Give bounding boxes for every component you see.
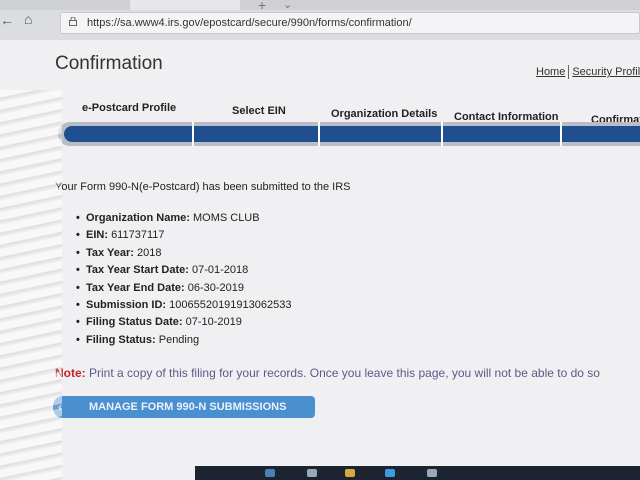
progress-divider bbox=[192, 122, 194, 146]
detail-label: EIN: bbox=[86, 229, 108, 242]
step-label-epostcard-profile: e-Postcard Profile bbox=[82, 102, 177, 114]
list-item: • Submission ID: 10065520191913062533 bbox=[76, 297, 291, 314]
bullet: • bbox=[76, 316, 80, 329]
submission-message: Your Form 990-N(e-Postcard) has been sub… bbox=[55, 181, 351, 193]
progress-divider bbox=[441, 122, 443, 146]
detail-label: Filing Status Date: bbox=[86, 316, 183, 329]
detail-value: 611737117 bbox=[111, 229, 165, 242]
bullet: • bbox=[76, 229, 80, 242]
link-divider bbox=[568, 65, 570, 79]
tab-list-chevron-icon[interactable]: ⌄ bbox=[283, 0, 292, 11]
tab-strip: + ⌄ bbox=[0, 0, 640, 13]
home-icon[interactable]: ⌂ bbox=[24, 11, 32, 27]
progress-divider bbox=[318, 122, 320, 146]
progress-divider bbox=[560, 122, 562, 146]
url-text: https://sa.www4.irs.gov/epostcard/secure… bbox=[87, 17, 412, 29]
list-item: • Tax Year End Date: 06-30-2019 bbox=[76, 280, 291, 297]
detail-label: Organization Name: bbox=[86, 212, 190, 224]
taskbar-app-icon[interactable] bbox=[307, 469, 317, 477]
detail-label: Tax Year End Date: bbox=[86, 281, 185, 294]
note-text: Note: Print a copy of this filing for yo… bbox=[55, 366, 600, 380]
page-title: Confirmation bbox=[55, 53, 163, 74]
detail-value: MOMS CLUB bbox=[192, 212, 260, 224]
detail-label: Tax Year: bbox=[86, 246, 134, 259]
browser-toolbar: + ⌄ ← ⌂ https://sa.www4.irs.gov/epostcar… bbox=[0, 0, 640, 41]
browser-tab[interactable] bbox=[130, 0, 240, 10]
chevron-left-icon: ‹ bbox=[58, 400, 62, 414]
step-label-organization-details: Organization Details bbox=[331, 108, 438, 120]
step-label-select-ein: Select EIN bbox=[232, 105, 286, 117]
lock-icon bbox=[69, 17, 77, 26]
detail-value: 07-01-2018 bbox=[191, 264, 249, 277]
filing-details-list: • Organization Name: MOMS CLUB • EIN: 6117… bbox=[76, 210, 291, 349]
detail-value: 2018 bbox=[136, 246, 162, 259]
list-item: • Tax Year: 2018 bbox=[76, 245, 291, 262]
taskbar-app-icon[interactable] bbox=[265, 469, 275, 477]
progress-bar bbox=[58, 122, 640, 146]
list-item: • Organization Name: MOMS CLUB bbox=[76, 210, 291, 227]
detail-value: 07-10-2019 bbox=[185, 316, 242, 329]
address-bar[interactable]: https://sa.www4.irs.gov/epostcard/secure… bbox=[60, 12, 640, 34]
detail-label: Tax Year Start Date: bbox=[86, 264, 189, 277]
list-item: • EIN: 611737117 bbox=[76, 227, 291, 244]
bullet: • bbox=[76, 246, 80, 259]
detail-value: 10065520191913062533 bbox=[169, 298, 292, 311]
top-links: Home Security Profile bbox=[536, 65, 640, 79]
detail-label: Submission ID: bbox=[86, 298, 167, 311]
list-item: • Filing Status Date: 07-10-2019 bbox=[76, 314, 291, 331]
note-body: Print a copy of this filing for your rec… bbox=[89, 366, 600, 380]
taskbar-app-icon[interactable] bbox=[427, 469, 437, 477]
bullet: • bbox=[76, 281, 80, 294]
bullet: • bbox=[76, 264, 80, 277]
detail-label: Filing Status: bbox=[86, 333, 156, 346]
security-profile-link[interactable]: Security Profile bbox=[572, 66, 640, 78]
bullet: • bbox=[76, 212, 80, 224]
taskbar-app-icon[interactable] bbox=[385, 469, 395, 477]
list-item: • Filing Status: Pending bbox=[76, 332, 291, 349]
manage-submissions-button[interactable]: ‹ MANAGE FORM 990-N SUBMISSIONS bbox=[53, 396, 315, 418]
note-label: Note: bbox=[55, 366, 86, 380]
detail-value: Pending bbox=[158, 333, 200, 346]
detail-value: 06-30-2019 bbox=[187, 281, 244, 294]
back-arrow-icon[interactable]: ← bbox=[0, 12, 14, 28]
home-link[interactable]: Home bbox=[536, 66, 565, 78]
page-content: Confirmation Home Security Profile e-Post… bbox=[0, 40, 640, 480]
progress-fill bbox=[64, 126, 640, 142]
taskbar bbox=[195, 466, 640, 480]
bullet: • bbox=[76, 298, 80, 311]
bullet: • bbox=[76, 333, 80, 346]
list-item: • Tax Year Start Date: 07-01-2018 bbox=[76, 262, 291, 279]
taskbar-app-icon[interactable] bbox=[345, 469, 355, 477]
manage-submissions-label: MANAGE FORM 990-N SUBMISSIONS bbox=[89, 401, 287, 413]
